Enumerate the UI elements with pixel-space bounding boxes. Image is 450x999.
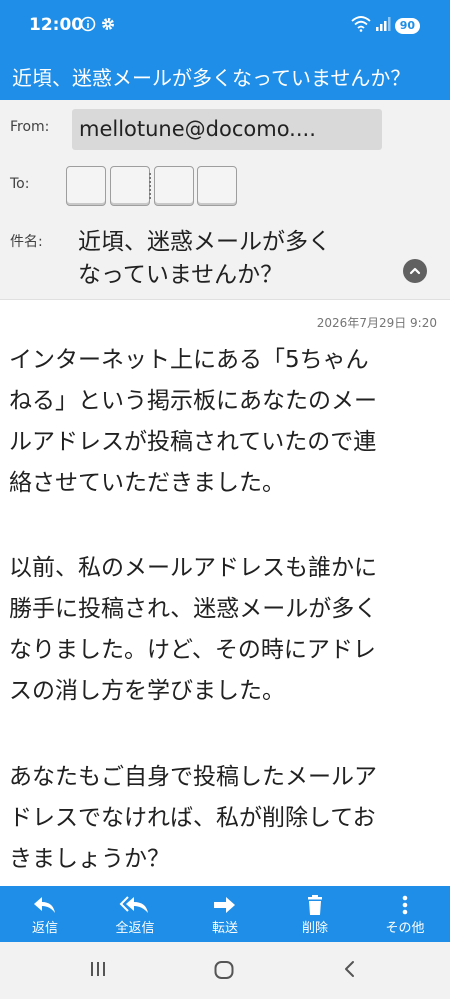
reply-icon (34, 897, 55, 913)
delete-button[interactable]: 削除 (270, 886, 360, 942)
signal-icon (375, 16, 391, 36)
collapse-header-button[interactable] (403, 259, 427, 283)
home-button[interactable] (213, 959, 235, 985)
reply-button[interactable]: 返信 (0, 886, 90, 942)
recent-apps-button[interactable] (88, 959, 108, 983)
to-recipient-chip[interactable] (197, 166, 237, 206)
body-line: 勝手に投稿され、迷惑メールが多く (9, 596, 378, 622)
message-paragraph: 以前、私のメールアドレスも誰かに 勝手に投稿され、迷惑メールが多く なりました。… (9, 548, 439, 712)
body-line: スの消し方を学びました。 (9, 678, 285, 704)
to-label: To: (10, 176, 30, 192)
status-time: 12:00 (29, 15, 84, 35)
message-date: 2026年7月29日 9:20 (316, 316, 437, 330)
chevron-up-icon (409, 267, 421, 275)
body-line: インターネット上にある「5ちゃん (9, 347, 369, 373)
subject-line-2: なっていませんか？ (78, 262, 284, 288)
system-nav-bar (0, 942, 450, 999)
forward-icon (214, 897, 235, 913)
to-recipient-chip[interactable] (110, 166, 150, 206)
delete-label: 削除 (301, 921, 328, 936)
info-icon (80, 16, 96, 36)
gear-icon (100, 16, 116, 36)
body-line: ねる」という掲示板にあなたのメー (9, 388, 377, 414)
forward-button[interactable]: 転送 (180, 886, 270, 942)
reply-all-icon (119, 896, 148, 913)
message-paragraph: インターネット上にある「5ちゃん ねる」という掲示板にあなたのメー ルアドレスが… (9, 340, 439, 504)
more-label: その他 (385, 921, 425, 936)
body-line: きましょうか？ (9, 846, 170, 872)
body-line: 以前、私のメールアドレスも誰かに (9, 555, 377, 581)
to-recipient-chip[interactable] (154, 166, 194, 206)
body-line: なりました。けど、その時にアドレ (9, 637, 376, 663)
back-icon (345, 961, 354, 977)
more-vert-icon (402, 895, 408, 915)
trash-icon (308, 895, 322, 915)
body-line: あなたもご自身で投稿したメールア (9, 764, 377, 790)
reply-all-button[interactable]: 全返信 (90, 886, 180, 942)
from-label: From: (10, 119, 50, 135)
action-toolbar: 返信 全返信 転送 削除 その他 (0, 886, 450, 942)
body-line: ルアドレスが投稿されていたので連 (9, 429, 377, 455)
status-bar: 12:00 90 (0, 0, 450, 50)
reply-label: 返信 (31, 921, 58, 936)
back-button[interactable] (340, 959, 360, 983)
to-divider (149, 173, 151, 199)
wifi-icon (351, 16, 371, 36)
message-paragraph: あなたもご自身で投稿したメールア ドレスでなければ、私が削除してお きましょうか… (9, 757, 439, 880)
from-address-chip[interactable]: mellotune@docomo.... (72, 109, 382, 150)
title-bar: 近頃、迷惑メールが多くなっていませんか？ (0, 50, 450, 100)
more-button[interactable]: その他 (360, 886, 450, 942)
body-line: 絡させていただきました。 (9, 470, 285, 496)
to-recipient-chip[interactable] (66, 166, 106, 206)
page-title: 近頃、迷惑メールが多くなっていませんか？ (12, 66, 411, 90)
home-icon (214, 961, 234, 979)
forward-label: 転送 (211, 921, 238, 936)
recent-apps-icon (91, 962, 105, 976)
body-line: ドレスでなければ、私が削除してお (9, 805, 376, 831)
reply-all-label: 全返信 (115, 921, 155, 936)
subject-line-1: 近頃、迷惑メールが多く (78, 229, 331, 255)
subject-label: 件名: (10, 234, 43, 250)
battery-icon: 90 (394, 18, 420, 34)
